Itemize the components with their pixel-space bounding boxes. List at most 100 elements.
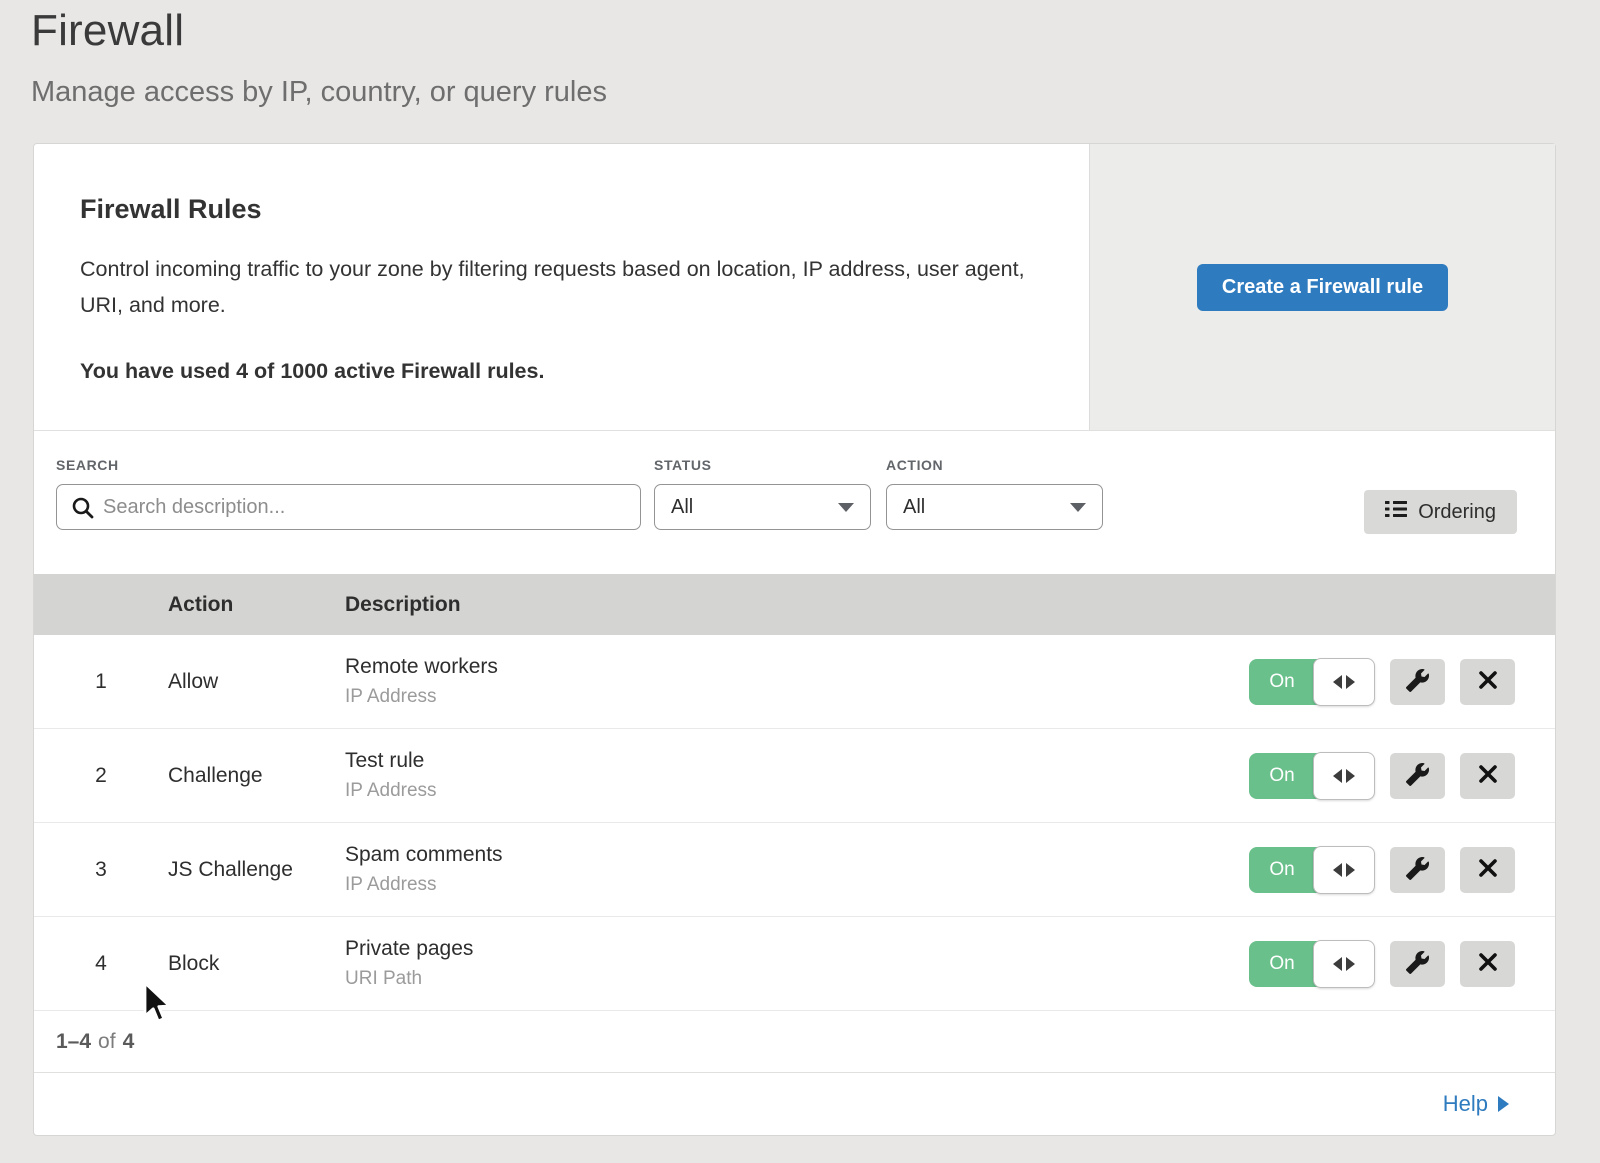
search-label: SEARCH <box>56 457 641 473</box>
toggle-knob[interactable] <box>1313 752 1375 800</box>
help-link-label: Help <box>1443 1091 1488 1117</box>
delete-rule-button[interactable] <box>1460 659 1515 705</box>
edit-rule-button[interactable] <box>1390 753 1445 799</box>
ordering-button[interactable]: Ordering <box>1364 490 1517 534</box>
create-rule-panel: Create a Firewall rule <box>1089 144 1555 430</box>
edit-rule-button[interactable] <box>1390 941 1445 987</box>
help-link[interactable]: Help <box>1443 1091 1509 1117</box>
table-row: 2 Challenge Test rule IP Address On <box>34 729 1555 823</box>
action-filter-group: ACTION All <box>886 457 1103 530</box>
arrow-right-icon <box>1346 675 1355 689</box>
pagination-of: of <box>98 1030 116 1054</box>
rules-usage-count: You have used 4 of 1000 active Firewall … <box>80 359 1041 384</box>
rule-match-field: URI Path <box>345 968 1249 990</box>
status-select[interactable]: All <box>654 484 871 530</box>
rule-enabled-toggle[interactable]: On <box>1249 753 1375 799</box>
arrow-right-icon <box>1498 1096 1509 1112</box>
rule-controls: On <box>1249 941 1515 987</box>
toggle-on-label: On <box>1249 659 1319 705</box>
rule-action: Challenge <box>168 764 345 788</box>
pagination-range: 1–4 <box>56 1030 91 1054</box>
rule-description: Remote workers IP Address <box>345 655 1249 708</box>
delete-rule-button[interactable] <box>1460 753 1515 799</box>
pagination-bar: 1–4 of 4 <box>34 1011 1555 1073</box>
edit-rule-button[interactable] <box>1390 847 1445 893</box>
rule-description-title: Private pages <box>345 937 1249 961</box>
chevron-down-icon <box>838 503 854 512</box>
table-row: 1 Allow Remote workers IP Address On <box>34 635 1555 729</box>
action-selected-value: All <box>903 496 925 519</box>
toggle-on-label: On <box>1249 941 1319 987</box>
rule-match-field: IP Address <box>345 874 1249 896</box>
rules-heading: Firewall Rules <box>80 194 1041 225</box>
page-header: Firewall Manage access by IP, country, o… <box>0 0 1600 109</box>
toggle-on-label: On <box>1249 753 1319 799</box>
close-icon <box>1478 858 1498 881</box>
page-subtitle: Manage access by IP, country, or query r… <box>31 76 1600 109</box>
search-box <box>56 484 641 530</box>
page-title: Firewall <box>31 6 1600 56</box>
status-selected-value: All <box>671 496 693 519</box>
ordered-list-icon <box>1385 500 1407 524</box>
arrow-left-icon <box>1333 957 1342 971</box>
ordering-button-label: Ordering <box>1418 501 1496 524</box>
rule-description-title: Remote workers <box>345 655 1249 679</box>
arrow-right-icon <box>1346 769 1355 783</box>
ordering-wrap: Ordering <box>1364 457 1517 534</box>
wrench-icon <box>1406 763 1429 789</box>
rule-action: Block <box>168 952 345 976</box>
rule-controls: On <box>1249 847 1515 893</box>
pagination-total: 4 <box>123 1030 135 1054</box>
close-icon <box>1478 670 1498 693</box>
arrow-right-icon <box>1346 863 1355 877</box>
firewall-rules-card: Firewall Rules Control incoming traffic … <box>33 143 1556 1136</box>
rule-controls: On <box>1249 753 1515 799</box>
rule-description: Private pages URI Path <box>345 937 1249 990</box>
edit-rule-button[interactable] <box>1390 659 1445 705</box>
search-icon <box>71 496 95 525</box>
search-filter-group: SEARCH <box>56 457 641 530</box>
search-input[interactable] <box>57 496 640 519</box>
toggle-knob[interactable] <box>1313 940 1375 988</box>
status-label: STATUS <box>654 457 871 473</box>
delete-rule-button[interactable] <box>1460 847 1515 893</box>
rule-match-field: IP Address <box>345 686 1249 708</box>
wrench-icon <box>1406 857 1429 883</box>
description-column-header: Description <box>345 593 1555 617</box>
rule-controls: On <box>1249 659 1515 705</box>
rule-priority: 2 <box>34 764 168 788</box>
arrow-left-icon <box>1333 769 1342 783</box>
rule-action: Allow <box>168 670 345 694</box>
delete-rule-button[interactable] <box>1460 941 1515 987</box>
rule-action: JS Challenge <box>168 858 345 882</box>
rule-priority: 1 <box>34 670 168 694</box>
table-row: 4 Block Private pages URI Path On <box>34 917 1555 1011</box>
rule-match-field: IP Address <box>345 780 1249 802</box>
wrench-icon <box>1406 669 1429 695</box>
rule-priority: 3 <box>34 858 168 882</box>
action-select[interactable]: All <box>886 484 1103 530</box>
toggle-on-label: On <box>1249 847 1319 893</box>
action-label: ACTION <box>886 457 1103 473</box>
rule-enabled-toggle[interactable]: On <box>1249 847 1375 893</box>
rule-description-title: Test rule <box>345 749 1249 773</box>
rule-enabled-toggle[interactable]: On <box>1249 659 1375 705</box>
table-row: 3 JS Challenge Spam comments IP Address … <box>34 823 1555 917</box>
filters-bar: SEARCH STATUS All ACTION All <box>34 431 1555 574</box>
table-header: Action Description <box>34 574 1555 635</box>
rule-enabled-toggle[interactable]: On <box>1249 941 1375 987</box>
arrow-left-icon <box>1333 863 1342 877</box>
arrow-right-icon <box>1346 957 1355 971</box>
toggle-knob[interactable] <box>1313 658 1375 706</box>
rules-intro-section: Firewall Rules Control incoming traffic … <box>34 144 1555 431</box>
action-column-header: Action <box>168 593 345 617</box>
rule-description-title: Spam comments <box>345 843 1249 867</box>
rule-description: Test rule IP Address <box>345 749 1249 802</box>
close-icon <box>1478 764 1498 787</box>
rule-description: Spam comments IP Address <box>345 843 1249 896</box>
rules-description: Control incoming traffic to your zone by… <box>80 251 1030 323</box>
toggle-knob[interactable] <box>1313 846 1375 894</box>
create-firewall-rule-button[interactable]: Create a Firewall rule <box>1197 264 1448 311</box>
rule-priority: 4 <box>34 952 168 976</box>
rules-intro-text: Firewall Rules Control incoming traffic … <box>34 144 1089 430</box>
